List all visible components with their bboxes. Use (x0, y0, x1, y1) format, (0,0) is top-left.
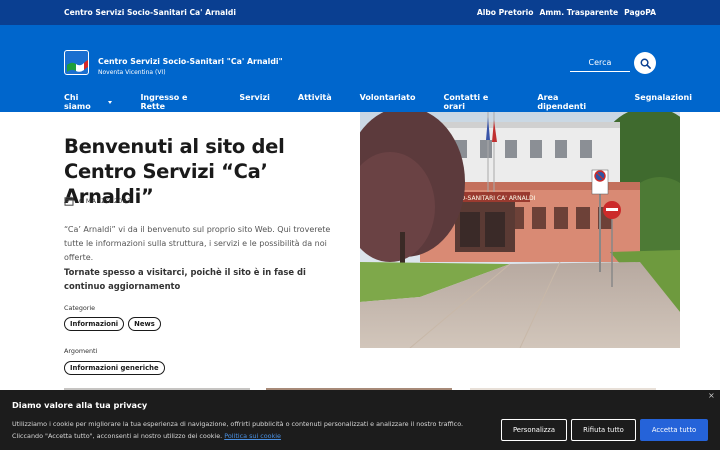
customize-button[interactable]: Personalizza (501, 419, 567, 441)
chevron-down-icon (108, 101, 113, 104)
nav-item-servizi[interactable]: Servizi (239, 87, 270, 102)
site-header: Centro Servizi Socio-Sanitari "Ca' Arnal… (0, 25, 720, 87)
accept-all-button[interactable]: Accetta tutto (640, 419, 708, 441)
tag-news[interactable]: News (128, 317, 161, 331)
search-button[interactable] (634, 52, 656, 74)
search-input[interactable]: Cerca (570, 58, 630, 72)
site-name[interactable]: Centro Servizi Socio-Sanitari "Ca' Arnal… (98, 57, 283, 66)
close-icon[interactable]: × (708, 391, 715, 400)
nav-item-label: Chi siamo (64, 93, 91, 111)
reject-all-button[interactable]: Rifiuta tutto (571, 419, 636, 441)
article-date: 6 MARZO 2023 (64, 196, 132, 206)
nav-item-volontariato[interactable]: Volontariato (360, 87, 416, 102)
tag-informazioni-generiche[interactable]: Informazioni generiche (64, 361, 165, 375)
top-bar: Centro Servizi Socio-Sanitari Ca' Arnald… (0, 0, 720, 25)
link-pagopa[interactable]: PagoPA (624, 8, 656, 17)
date-text: 6 MARZO 2023 (79, 197, 132, 205)
logo-flag-icon[interactable] (64, 50, 89, 75)
nav-item-segnalazioni[interactable]: Segnalazioni (635, 87, 692, 102)
cookie-policy-link[interactable]: Politica sui cookie (224, 432, 281, 440)
link-albo-pretorio[interactable]: Albo Pretorio (477, 8, 534, 17)
intro-text: “Ca’ Arnaldi” vi da il benvenuto sul pro… (64, 225, 331, 262)
site-subtitle: Noventa Vicentina (VI) (98, 69, 166, 76)
link-amm-trasparente[interactable]: Amm. Trasparente (540, 8, 619, 17)
nav-item-attivita[interactable]: Attività (298, 87, 332, 102)
building-photo: SOCIO-SANITARI CA' ARNALDI (360, 112, 680, 348)
argument-tags: Informazioni generiche (64, 361, 165, 375)
nav-item-area-dipendenti[interactable]: Area dipendenti (537, 87, 606, 111)
category-tags: Informazioni News (64, 317, 161, 331)
top-bar-brand[interactable]: Centro Servizi Socio-Sanitari Ca' Arnald… (64, 8, 236, 17)
cookie-banner: × Diamo valore alla tua privacy Utilizzi… (0, 390, 720, 450)
nav-item-contatti-e-orari[interactable]: Contatti e orari (443, 87, 509, 111)
tag-informazioni[interactable]: Informazioni (64, 317, 125, 331)
search-icon (640, 58, 651, 69)
cookie-title: Diamo valore alla tua privacy (12, 400, 148, 410)
categories-label: Categorie (64, 304, 96, 312)
nav-item-chi-siamo[interactable]: Chi siamo (64, 87, 113, 111)
cookie-text: Utilizziamo i cookie per migliorare la t… (12, 418, 490, 442)
top-bar-links: Albo Pretorio Amm. Trasparente PagoPA (477, 8, 656, 17)
calendar-icon (64, 196, 74, 206)
highlight-text: Tornate spesso a visitarci, poichè il si… (64, 267, 306, 291)
nav-item-ingresso-e-rette[interactable]: Ingresso e Rette (140, 87, 211, 111)
arguments-label: Argomenti (64, 347, 98, 355)
main-nav: Chi siamo Ingresso e Rette Servizi Attiv… (0, 87, 720, 112)
